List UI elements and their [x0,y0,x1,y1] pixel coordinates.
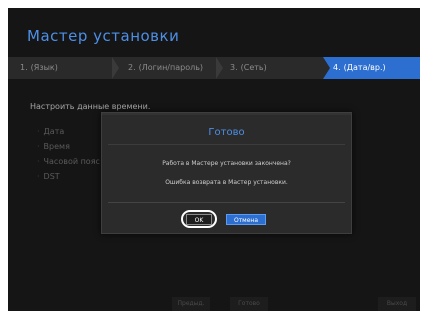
dialog-message-line-2: Ошибка возврата в Мастер установки. [165,179,288,186]
step-number: 4. [333,63,341,72]
menu-item-label: Время [43,142,70,151]
menu-item-date[interactable]: · Дата [37,127,64,136]
step-label: (Дата/вр.) [343,63,386,72]
step-language: 1. (Язык) [20,57,58,79]
bullet-icon: · [37,142,40,151]
done-dialog: Готово Работа в Мастере установки законч… [101,112,352,234]
step-number: 3. [230,63,238,72]
footer-bar: Предыд. Готово Выход [8,297,420,311]
active-step-notch [323,57,330,79]
menu-item-label: Часовой пояс [43,157,100,166]
step-label: (Язык) [30,63,58,72]
step-label: (Логин/пароль) [138,63,204,72]
exit-button[interactable]: Выход [378,297,416,311]
dialog-divider [108,144,345,145]
step-label: (Сеть) [240,63,267,72]
wizard-steps-bar: 1. (Язык) 2. (Логин/пароль) 3. (Сеть) 4. (Да… [8,57,420,79]
wizard-title: Мастер установки [27,27,180,45]
section-label: Настроить данные времени. [30,102,151,111]
step-number: 1. [20,63,28,72]
step-number: 2. [128,63,136,72]
menu-item-label: DST [43,172,60,181]
setup-wizard-screen: Мастер установки 1. (Язык) 2. (Логин/парол… [8,8,420,311]
step-separator [112,57,119,79]
menu-item-timezone[interactable]: · Часовой пояс [37,157,100,166]
step-date-time: 4. (Дата/вр.) [333,57,386,79]
step-separator [216,57,223,79]
bullet-icon: · [37,172,40,181]
dialog-top-line [102,113,351,115]
bullet-icon: · [37,157,40,166]
menu-item-dst[interactable]: · DST [37,172,60,181]
ok-button[interactable]: OK [186,214,212,225]
menu-item-time[interactable]: · Время [37,142,70,151]
dialog-message-line-1: Работа в Мастере установки закончена? [162,160,291,167]
bullet-icon: · [37,127,40,136]
step-login-password: 2. (Логин/пароль) [128,57,203,79]
done-button[interactable]: Готово [230,297,268,311]
dialog-title: Готово [208,127,245,138]
cancel-button[interactable]: Отмена [226,214,266,225]
menu-item-label: Дата [43,127,65,136]
dialog-divider [108,202,345,203]
step-network: 3. (Сеть) [230,57,267,79]
prev-button[interactable]: Предыд. [172,297,210,311]
